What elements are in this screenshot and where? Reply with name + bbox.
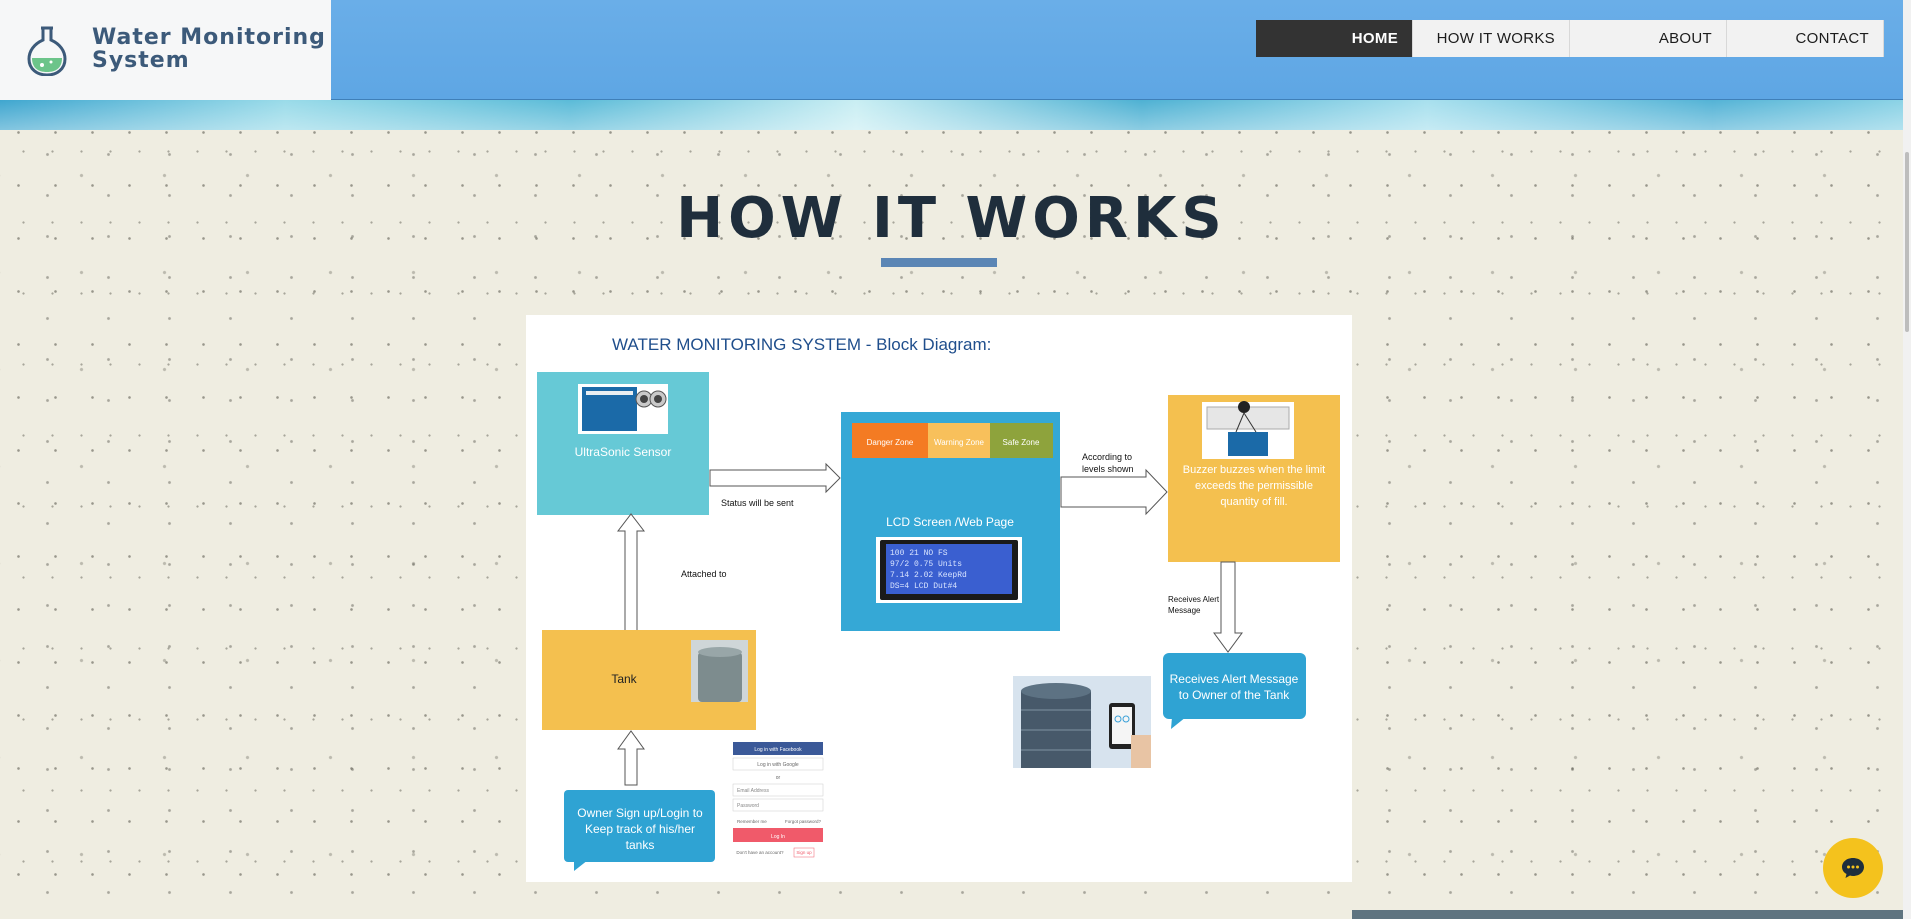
arrow-status-label: Status will be sent [721, 498, 794, 508]
nav-label-how-it-works: HOW IT WORKS [1436, 30, 1555, 47]
sensor-label: UltraSonic Sensor [575, 445, 672, 459]
block-diagram: WATER MONITORING SYSTEM - Block Diagram:… [526, 315, 1352, 882]
lcd-line-2: 97/2 0.75 Units [890, 560, 962, 569]
main-nav: HOME HOW IT WORKS ABOUT CONTACT [1256, 20, 1884, 57]
danger-zone-label: Danger Zone [867, 438, 914, 447]
signup-prompt-label: Don't have an account? [736, 850, 784, 855]
block-diagram-canvas: WATER MONITORING SYSTEM - Block Diagram:… [537, 335, 1340, 874]
site-name-line2: System [92, 48, 190, 73]
lcd-label: LCD Screen /Web Page [886, 515, 1014, 529]
signup-label: Sign up [796, 850, 812, 855]
arrow-buzzer-to-alert: Receives Alert Message [1168, 561, 1243, 653]
buzzer-text-line3: quantity of fill. [1220, 496, 1287, 508]
nav-item-how-it-works[interactable]: HOW IT WORKS [1413, 20, 1570, 57]
buzzer-text-line2: exceeds the permissible [1195, 480, 1313, 492]
owner-callout: Owner Sign up/Login to Keep track of his… [564, 790, 715, 871]
lcd-block: Danger Zone Warning Zone Safe Zone LCD S… [841, 412, 1060, 631]
arrow-sensor-to-lcd: Status will be sent [709, 462, 841, 508]
nav-label-contact: CONTACT [1795, 30, 1869, 47]
safe-zone-label: Safe Zone [1003, 438, 1040, 447]
arrow-receives-line2: Message [1168, 606, 1201, 615]
site-logo[interactable]: Water Monitoring System [0, 0, 331, 100]
owner-text-line3: tanks [626, 838, 655, 852]
warning-zone-label: Warning Zone [934, 438, 985, 447]
header-wave-strip [0, 100, 1903, 130]
footer-image-edge [1352, 910, 1903, 919]
arrow-attached-label: Attached to [681, 569, 727, 579]
alert-text-line2: to Owner of the Tank [1179, 688, 1291, 702]
alert-text-line1: Receives Alert Message [1170, 672, 1299, 686]
google-login-label: Log in with Google [757, 762, 799, 768]
chat-bubble-icon [1842, 858, 1864, 878]
tank-block: Tank [542, 630, 756, 730]
sensor-block: UltraSonic Sensor [537, 372, 709, 515]
buzzer-image [1238, 401, 1250, 413]
nav-item-home[interactable]: HOME [1256, 20, 1413, 57]
arrow-owner-to-tank [617, 730, 645, 786]
arrow-according-line2: levels shown [1082, 464, 1134, 474]
login-form-image: Log in with Facebook Log in with Google … [732, 741, 824, 874]
page-scrollbar[interactable] [1903, 0, 1911, 919]
tank-label: Tank [611, 672, 637, 686]
lcd-line-3: 7.14 2.02 KeepRd [890, 571, 967, 580]
login-email-field: Email Address [737, 788, 769, 794]
flask-icon [27, 26, 67, 76]
site-name-line1: Water Monitoring [92, 25, 326, 50]
arrow-lcd-to-buzzer: According to levels shown [1060, 452, 1168, 516]
login-forgot-label: Forgot password? [785, 819, 822, 824]
scrollbar-thumb[interactable] [1905, 152, 1909, 332]
owner-text-line1: Owner Sign up/Login to [577, 806, 703, 820]
arrow-tank-to-sensor: Attached to [616, 513, 727, 646]
login-or-label: or [776, 775, 781, 781]
chat-button[interactable] [1823, 838, 1883, 898]
nav-label-about: ABOUT [1658, 30, 1712, 47]
login-button-label: Log In [771, 834, 785, 840]
alert-callout: Receives Alert Message to Owner of the T… [1163, 653, 1306, 729]
site-name: Water Monitoring System [92, 26, 326, 72]
tank-image [698, 652, 742, 702]
lcd-line-1: 100 21 NO FS [890, 549, 948, 558]
nav-item-about[interactable]: ABOUT [1570, 20, 1727, 57]
page-title: HOW IT WORKS [676, 186, 1227, 251]
nav-label-home: HOME [1351, 30, 1398, 47]
buzzer-block: Buzzer buzzes when the limit exceeds the… [1168, 395, 1340, 562]
buzzer-text-line1: Buzzer buzzes when the limit [1183, 464, 1325, 476]
water-tower-phone-image [1013, 676, 1151, 768]
lcd-line-4: DS=4 LCD Dut#4 [890, 582, 957, 591]
owner-text-line2: Keep track of his/her [585, 822, 695, 836]
title-underline [881, 258, 997, 267]
nav-item-contact[interactable]: CONTACT [1727, 20, 1884, 57]
diagram-heading: WATER MONITORING SYSTEM - Block Diagram: [612, 335, 991, 354]
facebook-login-label: Log in with Facebook [754, 747, 802, 753]
arrow-receives-line1: Receives Alert [1168, 595, 1220, 604]
login-password-field: Password [737, 803, 759, 809]
arrow-according-line1: According to [1082, 452, 1132, 462]
login-remember-label: Remember me [737, 819, 767, 824]
